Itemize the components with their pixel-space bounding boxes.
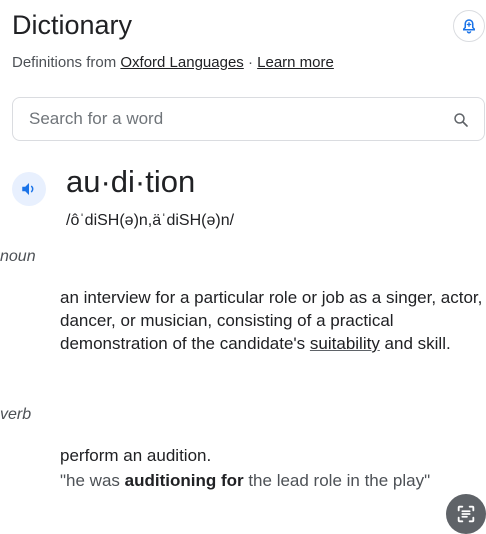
speaker-icon	[22, 183, 34, 195]
part-of-speech-verb: verb	[0, 406, 32, 423]
example-start: "he was	[60, 471, 125, 490]
source-prefix: Definitions from	[12, 54, 121, 71]
example-bold: auditioning for	[124, 471, 244, 490]
search-icon[interactable]	[452, 111, 470, 129]
word-search-box[interactable]	[12, 97, 485, 141]
pronunciation-button[interactable]	[12, 172, 46, 206]
usage-example: "he was auditioning for the lead role in…	[60, 469, 470, 492]
definition-text-end: and skill.	[379, 334, 451, 353]
example-end: the lead role in the play"	[243, 471, 431, 490]
separator: ·	[243, 54, 258, 71]
dictionary-source-line: Definitions from Oxford Languages · Lear…	[12, 53, 334, 73]
bell-plus-icon	[463, 19, 475, 34]
learn-more-link[interactable]: Learn more	[257, 54, 334, 71]
verb-definition: perform an audition.	[60, 446, 212, 465]
search-input[interactable]	[29, 98, 429, 140]
part-of-speech-noun: noun	[0, 248, 36, 265]
suitability-link[interactable]: suitability	[310, 334, 380, 353]
notification-button[interactable]	[453, 10, 485, 42]
page-title: Dictionary	[12, 10, 133, 40]
lens-button[interactable]	[446, 494, 486, 534]
noun-definition: an interview for a particular role or jo…	[60, 286, 486, 355]
oxford-languages-link[interactable]: Oxford Languages	[120, 54, 243, 71]
phonetic-spelling: /ôˈdiSH(ə)n,äˈdiSH(ə)n/	[66, 212, 235, 229]
headword: au·di·tion	[66, 164, 196, 199]
lens-text-icon	[457, 505, 475, 523]
